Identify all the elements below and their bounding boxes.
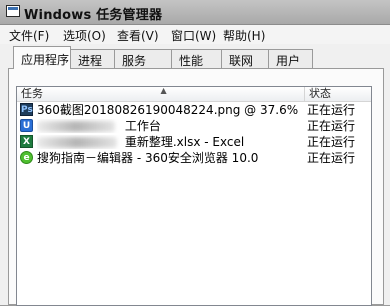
blue-u-app-icon: U xyxy=(20,119,33,132)
task-row[interactable]: U 工作台 正在运行 xyxy=(17,118,371,134)
window-title: Windows 任务管理器 xyxy=(24,8,163,23)
task-list[interactable]: ▲ 任务 状态 Ps 360截图20180826190048224.png @ … xyxy=(16,86,372,306)
task-name: 搜狗指南－编辑器 - 360安全浏览器 10.0 xyxy=(37,151,259,165)
menu-window[interactable]: 窗口(W) xyxy=(171,27,216,44)
window-border xyxy=(0,68,8,305)
column-task[interactable]: ▲ 任务 xyxy=(17,87,305,101)
task-status: 正在运行 xyxy=(307,151,356,165)
task-status: 正在运行 xyxy=(307,119,356,133)
task-row[interactable]: X 重新整理.xlsx - Excel 正在运行 xyxy=(17,134,371,150)
menu-help[interactable]: 帮助(H) xyxy=(223,27,265,44)
photoshop-icon: Ps xyxy=(20,103,33,116)
task-name: 360截图20180826190048224.png @ 37.6% (... xyxy=(37,103,302,117)
excel-icon: X xyxy=(20,135,33,148)
applications-panel: ▲ 任务 状态 Ps 360截图20180826190048224.png @ … xyxy=(8,68,384,306)
task-row[interactable]: Ps 360截图20180826190048224.png @ 37.6% (.… xyxy=(17,102,371,118)
tab-users[interactable]: 用户 xyxy=(268,49,313,68)
tab-services[interactable]: 服务 xyxy=(114,49,172,68)
window-body: 应用程序 进程 服务 性能 联网 用户 ▲ 任务 状态 Ps 360截图2018… xyxy=(0,44,390,306)
tab-networking[interactable]: 联网 xyxy=(221,49,269,68)
column-status[interactable]: 状态 xyxy=(305,87,371,101)
redacted-text xyxy=(37,137,117,148)
task-row[interactable]: e 搜狗指南－编辑器 - 360安全浏览器 10.0 正在运行 xyxy=(17,150,371,166)
task-manager-icon xyxy=(6,5,20,17)
task-name-visible: 工作台 xyxy=(124,119,161,133)
menu-file[interactable]: 文件(F) xyxy=(9,27,49,44)
task-status: 正在运行 xyxy=(307,103,356,117)
tab-processes[interactable]: 进程 xyxy=(70,49,115,68)
tab-applications[interactable]: 应用程序 xyxy=(13,46,71,69)
redacted-text xyxy=(37,121,115,132)
task-name-visible: 重新整理.xlsx - Excel xyxy=(124,135,245,149)
360-browser-icon: e xyxy=(20,151,33,164)
menu-view[interactable]: 查看(V) xyxy=(117,27,159,44)
task-name: 工作台 xyxy=(37,119,302,133)
list-header: ▲ 任务 状态 xyxy=(17,87,371,102)
menu-bar: 文件(F) 选项(O) 查看(V) 窗口(W) 帮助(H) xyxy=(0,25,390,44)
menu-options[interactable]: 选项(O) xyxy=(63,27,106,44)
column-task-label: 任务 xyxy=(21,87,43,100)
task-status: 正在运行 xyxy=(307,135,356,149)
tab-performance[interactable]: 性能 xyxy=(171,49,222,68)
column-status-label: 状态 xyxy=(309,87,331,100)
title-bar[interactable]: Windows 任务管理器 xyxy=(0,0,390,25)
task-name: 重新整理.xlsx - Excel xyxy=(37,135,302,149)
sort-ascending-icon: ▲ xyxy=(160,86,167,95)
